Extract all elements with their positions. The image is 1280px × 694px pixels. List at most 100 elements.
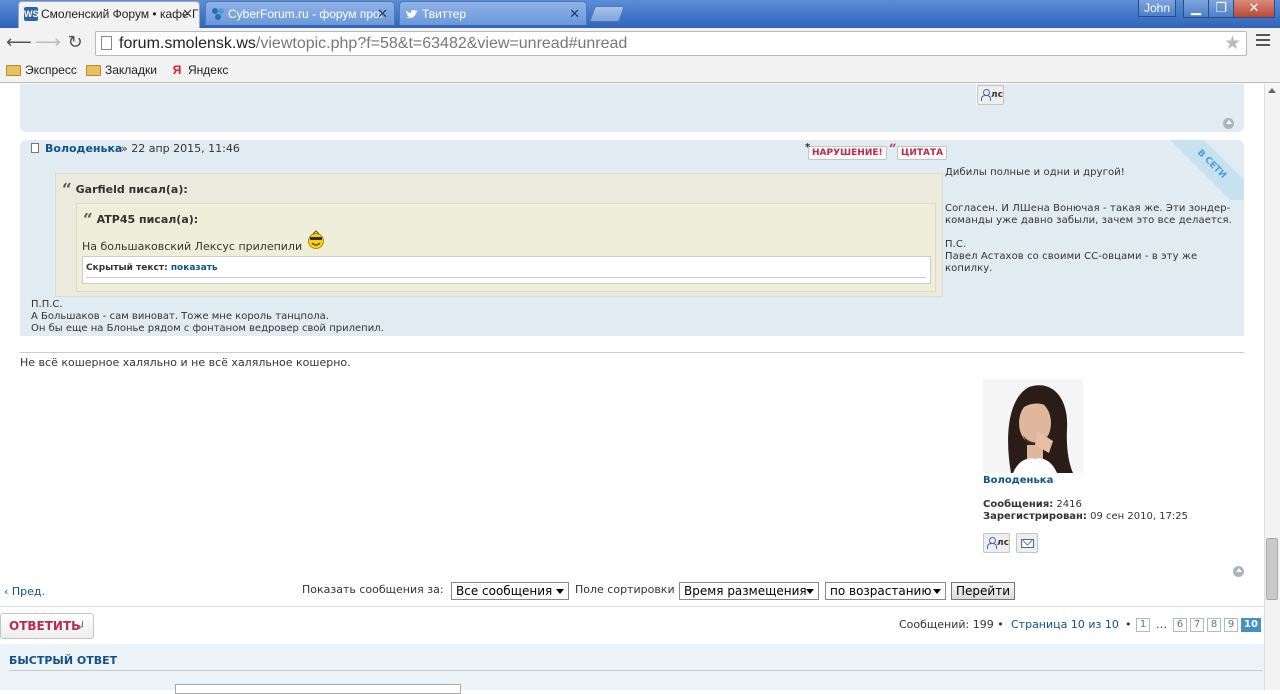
close-tab-icon[interactable]: ✕ <box>569 2 580 25</box>
back-arrow-icon[interactable]: ⟵ <box>6 33 32 53</box>
scroll-thumb[interactable] <box>1266 538 1278 600</box>
post-text-right: Дибилы полные и одни и другой! Согласен.… <box>945 167 1235 275</box>
quote-mark-icon: “ <box>83 210 93 230</box>
envelope-icon <box>1021 539 1034 548</box>
chevron-left-icon: ‹ <box>4 585 9 598</box>
subject-input[interactable] <box>175 684 461 694</box>
nested-quote-text: На большаковский Лексус прилепили <box>82 240 303 253</box>
page-link[interactable]: 9 <box>1224 618 1238 632</box>
tab-cyberforum[interactable]: CyberForum.ru - форум прог ✕ <box>205 1 395 25</box>
current-page: 10 <box>1241 618 1261 632</box>
post-author[interactable]: Володенька <box>45 142 122 155</box>
forward-arrow-icon[interactable]: ⟶ <box>35 33 61 53</box>
quote-mark-icon: “ <box>889 142 897 157</box>
user-icon <box>987 537 997 549</box>
page-icon <box>101 36 112 50</box>
quote-mark-icon: “ <box>62 180 72 200</box>
dropdown-arrow-icon <box>933 589 941 594</box>
yandex-icon: Я <box>172 63 182 77</box>
scroll-up-arrow-icon[interactable] <box>1268 88 1276 93</box>
quote-cite: “ Garfield писал(а): <box>62 180 188 200</box>
section-divider <box>0 606 1264 607</box>
quick-reply-title: БЫСТРЫЙ ОТВЕТ <box>9 654 118 667</box>
post-line: Дибилы полные и одни и другой! <box>945 167 1125 178</box>
twitter-bird-icon <box>405 7 419 21</box>
url-host: forum.smolensk.ws <box>119 35 256 52</box>
prev-link[interactable]: ‹ Пред. <box>4 585 45 598</box>
folder-icon <box>86 65 101 76</box>
post-text-after: П.П.С. А Большаков - сам виноват. Тоже м… <box>31 299 384 335</box>
reply-arrow-icon: ↲ <box>76 619 86 632</box>
close-tab-icon[interactable]: ✕ <box>182 2 193 26</box>
show-messages-label: Показать сообщения за: <box>302 583 444 596</box>
pagination-ellipsis: … <box>1156 618 1167 631</box>
reply-button[interactable]: ОТВЕТИТЬ ↲ <box>0 613 94 639</box>
tab-smolensk-forum[interactable]: WS Смоленский Форум • кафе Г ✕ <box>18 1 200 28</box>
post-signature: Не всё кошерное халяльно и не всё халяль… <box>20 356 351 369</box>
page-info[interactable]: Страница 10 из 10 <box>1011 618 1119 631</box>
quick-reply-divider <box>9 670 1262 671</box>
pm-button[interactable]: лс <box>983 533 1010 553</box>
go-button[interactable]: Перейти <box>951 582 1015 600</box>
bookmark-label: Яндекс <box>188 63 229 77</box>
cyberforum-favicon-icon <box>211 7 225 21</box>
pm-button[interactable]: лс <box>977 85 1004 105</box>
previous-post <box>20 84 1244 132</box>
email-button[interactable] <box>1016 533 1038 553</box>
page-link[interactable]: 6 <box>1173 618 1187 632</box>
page-link[interactable]: 7 <box>1190 618 1204 632</box>
profile-button[interactable]: John <box>1138 0 1176 17</box>
profile-messages: Сообщения: 2416 <box>983 499 1082 510</box>
user-icon <box>981 89 991 101</box>
sort-field-select[interactable]: Время размещения <box>679 582 819 600</box>
new-tab-button[interactable] <box>589 6 625 22</box>
back-to-top-icon[interactable] <box>1223 118 1234 129</box>
maximize-icon[interactable]: ❐ <box>1208 0 1234 18</box>
post-line: Согласен. И ЛШена Вонючая - такая же. Эт… <box>945 203 1232 226</box>
signature-divider <box>20 352 1244 353</box>
close-tab-icon[interactable]: ✕ <box>377 2 388 25</box>
bookmark-label: Экспресс <box>25 63 77 77</box>
pagination-dot: • <box>1125 618 1132 631</box>
quote-button[interactable]: ЦИТАТА <box>897 146 948 160</box>
post-count: Сообщений: 199 • <box>899 618 1004 631</box>
bookmark-label: Закладки <box>105 63 157 77</box>
folder-icon <box>6 65 21 76</box>
post-line: П.С. <box>945 239 967 250</box>
minimize-icon[interactable]: ▁ <box>1183 0 1209 18</box>
page-link[interactable]: 1 <box>1136 618 1150 632</box>
profile-registered: Зарегистрирован: 09 сен 2010, 17:25 <box>983 511 1189 522</box>
sort-field-label: Поле сортировки <box>575 583 675 596</box>
ws-favicon-icon: WS <box>24 7 39 21</box>
chrome-menu-icon[interactable] <box>1256 34 1270 49</box>
report-button[interactable]: НАРУШЕНИЕ! <box>808 146 887 160</box>
post-line: А Большаков - сам виноват. Тоже мне коро… <box>31 311 329 322</box>
post-line: Он бы еще на Блонье рядом с фонтаном вед… <box>31 323 384 334</box>
bookmark-yandex[interactable]: Я Яндекс <box>169 62 229 79</box>
show-hidden-link[interactable]: показать <box>171 263 218 273</box>
close-window-icon[interactable]: ✕ <box>1233 0 1275 18</box>
avatar <box>983 379 1083 473</box>
address-bar[interactable]: forum.smolensk.ws/viewtopic.php?f=58&t=6… <box>95 31 1247 56</box>
bookmark-express[interactable]: Экспресс <box>6 62 77 79</box>
hidden-text-header: Скрытый текст: показать <box>86 263 218 273</box>
report-star-icon: * <box>805 142 811 153</box>
tab-title: Смоленский Форум • кафе Г <box>41 7 199 21</box>
page-link[interactable]: 8 <box>1207 618 1221 632</box>
tab-title: Твиттер <box>422 7 467 21</box>
hidden-divider <box>86 277 926 278</box>
dropdown-arrow-icon <box>556 589 564 594</box>
reload-icon[interactable]: ↻ <box>64 33 86 53</box>
bookmark-star-icon[interactable]: ★ <box>1224 32 1241 54</box>
sort-order-select[interactable]: по возрастанию <box>825 582 946 600</box>
bookmark-zakladki[interactable]: Закладки <box>86 62 157 79</box>
show-messages-select[interactable]: Все сообщения <box>451 582 569 600</box>
back-to-top-icon[interactable] <box>1233 566 1244 577</box>
dropdown-arrow-icon <box>806 589 814 594</box>
nested-quote-cite: “ ATP45 писал(а): <box>83 210 199 230</box>
post-date: » 22 апр 2015, 11:46 <box>121 142 240 155</box>
profile-name[interactable]: Володенька <box>983 475 1053 486</box>
tab-twitter[interactable]: Твиттер ✕ <box>399 1 587 25</box>
post-icon <box>31 143 39 153</box>
url-path: /viewtopic.php?f=58&t=63482&view=unread#… <box>255 35 628 52</box>
